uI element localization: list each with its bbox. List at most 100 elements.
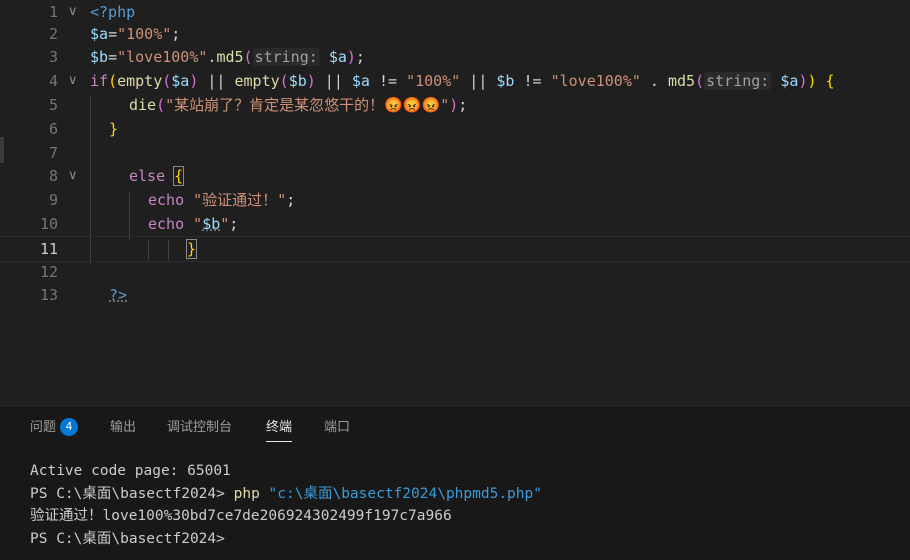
code-token: !=	[369, 72, 407, 90]
fold-chevron-icon[interactable]: ∨	[68, 164, 78, 188]
panel-tabs: 问题 4 输出 调试控制台 终端 端口	[0, 406, 910, 450]
code-token: ;	[286, 191, 296, 209]
terminal-prompt: PS C:\桌面\basectf2024>	[30, 485, 234, 502]
code-line[interactable]: 9 echo "验证通过！";	[0, 188, 910, 212]
code-token: ||	[198, 72, 235, 90]
code-token: (	[162, 72, 172, 90]
line-number: 1	[48, 3, 58, 21]
code-line[interactable]: 4 ∨ if(empty($a) || empty($b) || $a != "…	[0, 69, 910, 93]
code-token: $a	[351, 72, 370, 90]
code-token: )	[306, 72, 316, 90]
line-number: 2	[48, 25, 58, 43]
bottom-panel: 问题 4 输出 调试控制台 终端 端口 Active code page: 650…	[0, 405, 910, 560]
code-line[interactable]: 7	[0, 141, 910, 165]
code-token: ||	[315, 72, 352, 90]
code-line[interactable]: 5 die("某站崩了？肯定是某忽悠干的！😡😡😡");	[0, 93, 910, 117]
code-editor[interactable]: 1 ∨ <?php 2 $a="100%"; 3 $b="love100%".m…	[0, 0, 910, 405]
code-token: $b	[288, 72, 307, 90]
code-token: .	[640, 72, 668, 90]
line-number: 7	[48, 144, 58, 162]
code-token: $a	[90, 25, 109, 43]
code-token: "love100%"	[550, 72, 641, 90]
code-token: "某站崩了？肯定是某忽悠干的！😡😡😡"	[165, 96, 450, 114]
code-token: {	[816, 72, 835, 90]
code-token: md5	[216, 48, 244, 66]
code-token: !=	[514, 72, 551, 90]
code-token: (	[108, 72, 118, 90]
code-token: =	[108, 48, 118, 66]
problems-count-badge: 4	[60, 418, 79, 436]
fold-chevron-icon[interactable]: ∨	[68, 0, 78, 24]
code-token: (	[279, 72, 289, 90]
inlay-hint: string:	[704, 72, 772, 90]
code-token: ;	[458, 96, 468, 114]
code-token: "100%"	[117, 25, 172, 43]
code-line-current[interactable]: 11 }	[0, 236, 910, 262]
code-token: "love100%"	[117, 48, 208, 66]
line-number: 5	[48, 96, 58, 114]
code-token: (	[695, 72, 705, 90]
code-token: md5	[668, 72, 696, 90]
code-token: echo	[148, 215, 185, 233]
line-number: 12	[39, 263, 58, 281]
code-token: empty	[234, 72, 280, 90]
code-token: $b	[496, 72, 515, 90]
tab-output[interactable]: 输出	[110, 418, 136, 438]
code-line[interactable]: 6 }	[0, 117, 910, 141]
terminal-command: php	[233, 485, 260, 502]
tab-debug-console[interactable]: 调试控制台	[167, 418, 232, 438]
code-token: "	[193, 215, 203, 233]
code-token: "	[220, 215, 230, 233]
code-token: "验证通过！"	[193, 191, 287, 209]
line-number: 13	[39, 286, 58, 304]
code-token: =	[108, 25, 118, 43]
code-token: )	[807, 72, 817, 90]
code-token: ;	[355, 48, 365, 66]
code-token: if	[90, 72, 109, 90]
line-number: 4	[48, 72, 58, 90]
code-token: echo	[148, 191, 185, 209]
php-open-tag: <?php	[90, 3, 136, 21]
code-token: empty	[117, 72, 163, 90]
code-line[interactable]: 10 echo "$b";	[0, 212, 910, 236]
code-line[interactable]: 3 $b="love100%".md5(string: $a);	[0, 45, 910, 69]
terminal-command-arg: "c:\桌面\basectf2024\phpmd5.php"	[259, 485, 542, 502]
matched-brace: {	[173, 166, 185, 186]
matched-brace: }	[185, 239, 198, 259]
terminal-line: PS C:\桌面\basectf2024> php "c:\桌面\basectf…	[30, 483, 900, 506]
inlay-hint: string:	[252, 48, 320, 66]
terminal-line: 验证通过！love100%30bd7ce7de206924302499f197c…	[30, 508, 452, 524]
code-token: (	[156, 96, 166, 114]
terminal-line: Active code page: 65001	[30, 463, 231, 479]
code-token: $a	[328, 48, 347, 66]
code-token: else	[129, 167, 166, 185]
line-number: 10	[39, 215, 58, 233]
code-token: )	[449, 96, 459, 114]
code-line[interactable]: 2 $a="100%";	[0, 22, 910, 46]
code-token: ;	[171, 25, 181, 43]
tab-terminal[interactable]: 终端	[266, 418, 293, 442]
code-line[interactable]: 13 ?>	[0, 283, 910, 307]
line-number: 6	[48, 120, 58, 138]
code-token: "100%"	[406, 72, 461, 90]
code-token: $a	[171, 72, 190, 90]
code-token: $a	[780, 72, 799, 90]
tab-label: 问题	[30, 420, 57, 435]
tab-ports[interactable]: 端口	[324, 418, 350, 438]
code-token: $b	[90, 48, 109, 66]
code-token: (	[243, 48, 253, 66]
code-token: ||	[460, 72, 497, 90]
terminal-prompt-line[interactable]: PS C:\桌面\basectf2024>	[30, 528, 900, 551]
line-number: 9	[48, 191, 58, 209]
code-line[interactable]: 1 ∨ <?php	[0, 0, 910, 24]
line-number: 11	[39, 240, 58, 258]
code-token: }	[109, 120, 119, 138]
fold-chevron-icon[interactable]: ∨	[68, 69, 78, 93]
line-number: 3	[48, 48, 58, 66]
code-token: ;	[229, 215, 239, 233]
terminal-output[interactable]: Active code page: 65001 PS C:\桌面\basectf…	[30, 460, 900, 550]
tab-problems[interactable]: 问题 4	[30, 418, 79, 438]
code-line[interactable]: 8 ∨ else {	[0, 164, 910, 188]
code-line[interactable]: 12	[0, 260, 910, 284]
code-token: $b	[202, 215, 221, 233]
